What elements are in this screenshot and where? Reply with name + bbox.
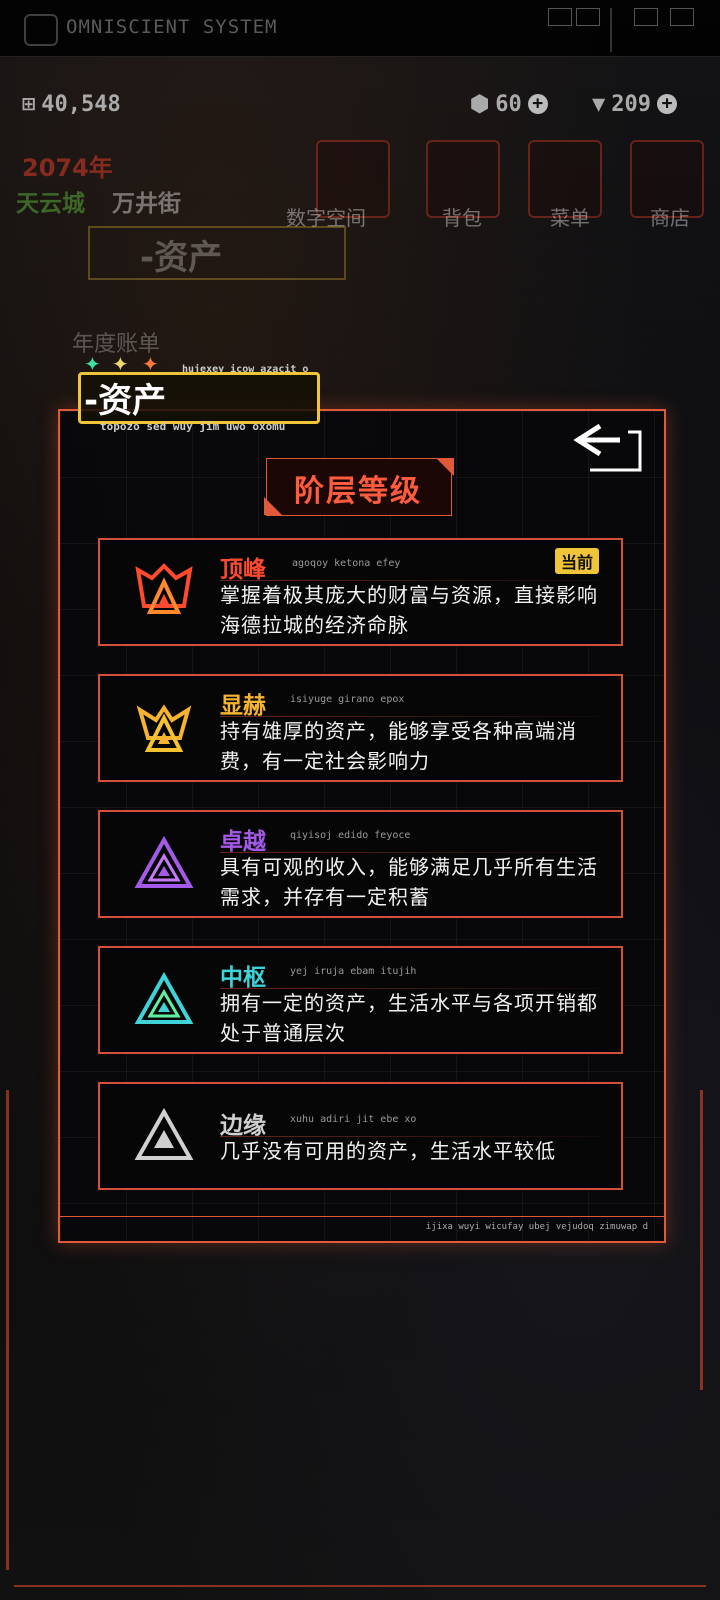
tier-name: 边缘 — [220, 1113, 266, 1139]
section-title: 阶层等级 — [294, 474, 422, 509]
tier-name: 卓越 — [220, 829, 266, 855]
nav-label-shop: 商店 — [650, 206, 690, 230]
back-button[interactable] — [570, 420, 650, 478]
menu-icon[interactable] — [634, 8, 658, 26]
panel-footer-line — [58, 1216, 664, 1217]
tier-code: yej iruja ebam itujih — [290, 966, 417, 977]
gem-b-value: 209 — [611, 92, 651, 117]
header-tag-subtext-bottom: topozo sed wuy jim uwo oxomu — [100, 420, 286, 433]
frame-right-bar — [700, 1090, 703, 1390]
tier-edge-badge-icon — [134, 1107, 194, 1160]
tier-description: 掌握着极其庞大的财富与资源，直接影响海德拉城的经济命脉 — [220, 583, 598, 637]
tier-description: 具有可观的收入，能够满足几乎所有生活需求，并存有一定积蓄 — [220, 855, 598, 909]
signal-icon — [548, 8, 572, 26]
tier-code: qiyisoj edido feyoce — [290, 830, 411, 841]
panel-footer-text: ijixa wuyi wicufay ubej vejudoq zimuwap … — [425, 1222, 648, 1232]
nav-label-menu: 菜单 — [550, 206, 590, 230]
header-tag-label: -资产 — [84, 381, 167, 421]
triangle-gem-icon: ▼ — [592, 92, 606, 117]
system-title: OMNISCIENT SYSTEM — [66, 16, 278, 38]
current-badge: 当前 — [554, 548, 599, 574]
battery-icon — [576, 8, 600, 26]
frame-bottom-line — [14, 1585, 706, 1587]
tier-peak-badge-icon — [135, 563, 193, 614]
tier-code: xuhu adiri jit ebe xo — [290, 1114, 417, 1125]
tier-description: 持有雄厚的资产，能够享受各种高端消费，有一定社会影响力 — [220, 719, 577, 773]
tier-description: 几乎没有可用的资产，生活水平较低 — [220, 1139, 556, 1163]
currency-icon: ⊞ — [22, 92, 36, 117]
tier-name: 中枢 — [220, 965, 266, 991]
tier-card-peak[interactable]: 顶峰 agoqoy ketona efey 当前 掌握着极其庞大的财富与资源，直… — [98, 538, 623, 646]
system-logo-icon — [24, 14, 58, 46]
tier-card-excellent[interactable]: 卓越 qiyisoj edido feyoce 具有可观的收入，能够满足几乎所有… — [98, 810, 623, 918]
add-gem-a-button[interactable]: + — [527, 94, 548, 114]
frame-left-bar — [6, 1090, 9, 1570]
nav-label-backpack: 背包 — [442, 206, 482, 230]
tier-code: agoqoy ketona efey — [292, 558, 401, 569]
top-bar: OMNISCIENT SYSTEM — [0, 0, 720, 57]
year-label: 2074年 — [22, 154, 113, 182]
money-counter: ⊞ 40,548 — [22, 92, 121, 117]
tier-hub-badge-icon — [134, 971, 194, 1024]
settings-icon[interactable] — [670, 8, 694, 26]
gem-a-counter: ⬢ 60 + — [470, 92, 548, 117]
tier-code: isiyuge girano epox — [290, 694, 405, 705]
divider — [610, 8, 612, 52]
street-label: 万井街 — [112, 191, 181, 217]
money-value: 40,548 — [41, 92, 121, 117]
gem-b-counter: ▼ 209 + — [592, 92, 677, 117]
gem-a-value: 60 — [495, 92, 522, 117]
city-label: 天云城 — [16, 191, 85, 217]
tier-eminent-badge-icon — [136, 704, 192, 752]
add-gem-b-button[interactable]: + — [657, 94, 677, 114]
tier-card-edge[interactable]: 边缘 xuhu adiri jit ebe xo 几乎没有可用的资产，生活水平较… — [98, 1082, 623, 1190]
tier-card-hub[interactable]: 中枢 yej iruja ebam itujih 拥有一定的资产，生活水平与各项… — [98, 946, 623, 1054]
ghost-header-title: -资产 — [140, 238, 223, 278]
tier-name: 顶峰 — [220, 557, 266, 583]
tier-excellent-badge-icon — [134, 835, 194, 888]
tier-description: 拥有一定的资产，生活水平与各项开销都处于普通层次 — [220, 991, 598, 1045]
tier-name: 显赫 — [220, 693, 266, 719]
back-arrow-icon — [573, 423, 642, 472]
hex-gem-icon: ⬢ — [470, 92, 490, 117]
tier-card-eminent[interactable]: 显赫 isiyuge girano epox 持有雄厚的资产，能够享受各种高端消… — [98, 674, 623, 782]
